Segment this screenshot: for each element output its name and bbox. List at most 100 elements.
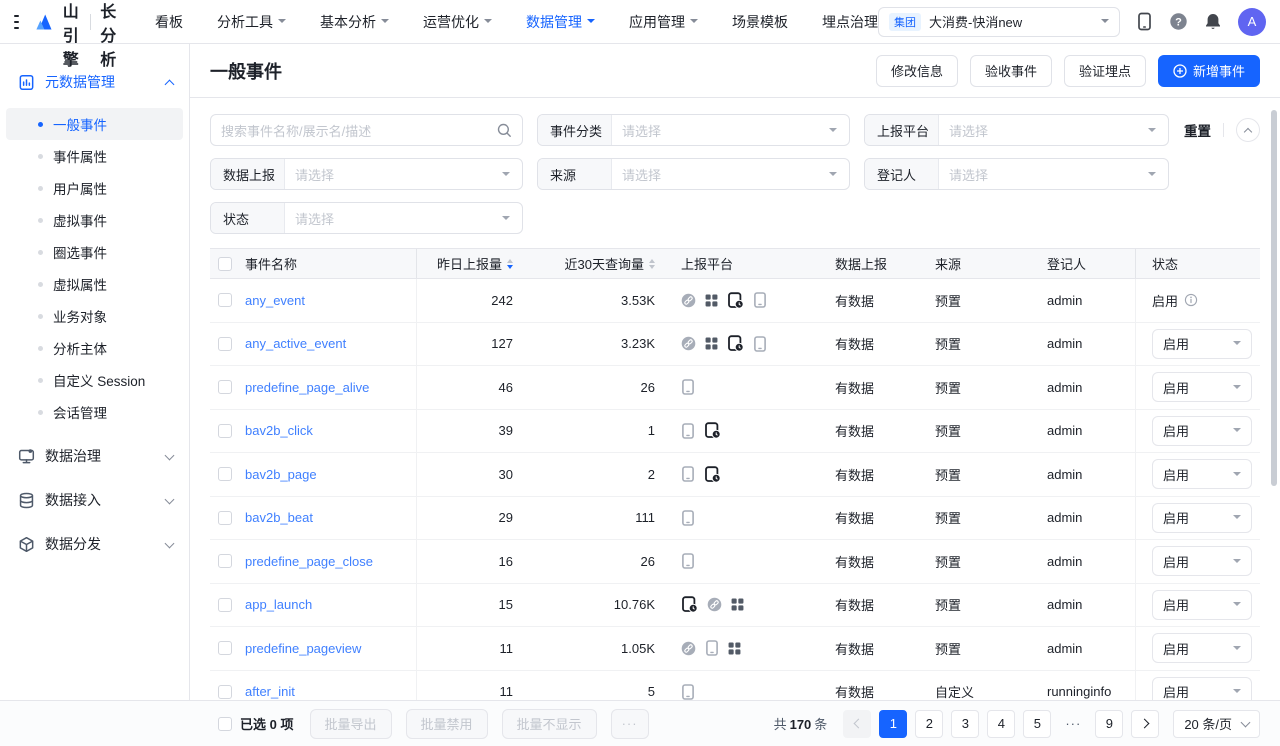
phone-icon	[681, 423, 695, 439]
event-name-link[interactable]: app_launch	[245, 597, 312, 612]
sidebar-section-数据接入[interactable]: 数据接入	[0, 480, 189, 520]
page-button-1[interactable]: 1	[879, 710, 907, 738]
add-event-button[interactable]: 新增事件	[1158, 55, 1260, 87]
sidebar-item-一般事件[interactable]: 一般事件	[6, 108, 183, 140]
status-select[interactable]: 启用	[1152, 503, 1252, 533]
row-checkbox[interactable]	[218, 424, 232, 438]
user-avatar[interactable]: A	[1238, 8, 1266, 36]
sidebar-item-会话管理[interactable]: 会话管理	[6, 396, 183, 428]
sidebar-section-数据治理[interactable]: 数据治理	[0, 436, 189, 476]
col-yesterday-volume[interactable]: 昨日上报量	[417, 249, 525, 278]
status-select[interactable]: 启用	[1152, 677, 1252, 700]
event-name-link[interactable]: any_active_event	[245, 336, 346, 351]
page-button-9[interactable]: 9	[1095, 710, 1123, 738]
filter-registrant[interactable]: 登记人 请选择	[864, 158, 1169, 190]
sidebar-section-元数据管理[interactable]: 元数据管理	[0, 62, 189, 102]
select-all-checkbox[interactable]	[218, 257, 232, 271]
row-checkbox[interactable]	[218, 554, 232, 568]
batch-button-批量禁用[interactable]: 批量禁用	[406, 709, 488, 739]
status-select[interactable]: 启用	[1152, 329, 1252, 359]
row-checkbox[interactable]	[218, 641, 232, 655]
accept-event-button[interactable]: 验收事件	[970, 55, 1052, 87]
project-selector[interactable]: 集团 大消费-快消new	[878, 7, 1120, 37]
footer-select-checkbox[interactable]	[218, 717, 232, 731]
sidebar-item-自定义 Session[interactable]: 自定义 Session	[6, 364, 183, 396]
page-size-select[interactable]: 20 条/页	[1173, 710, 1260, 738]
page-button-4[interactable]: 4	[987, 710, 1015, 738]
status-select[interactable]: 启用	[1152, 590, 1252, 620]
nav-item-数据管理[interactable]: 数据管理	[526, 12, 595, 32]
sidebar-section-label: 数据分发	[45, 534, 156, 554]
registrant-cell: admin	[1047, 453, 1135, 496]
filter-event-category[interactable]: 事件分类 请选择	[537, 114, 850, 146]
page-button-5[interactable]: 5	[1023, 710, 1051, 738]
top-navigation: 看板 分析工具 基本分析 运营优化 数据管理 应用管理 场景模板 埋点治理	[155, 12, 878, 32]
bell-icon[interactable]	[1204, 12, 1222, 31]
sidebar-item-用户属性[interactable]: 用户属性	[6, 172, 183, 204]
col-data-report: 数据上报	[835, 249, 935, 278]
page-button-2[interactable]: 2	[915, 710, 943, 738]
filter-report-platform[interactable]: 上报平台 请选择	[864, 114, 1169, 146]
sidebar-item-虚拟事件[interactable]: 虚拟事件	[6, 204, 183, 236]
sidebar-item-业务对象[interactable]: 业务对象	[6, 300, 183, 332]
query30-cell: 111	[525, 497, 667, 540]
nav-item-基本分析[interactable]: 基本分析	[320, 12, 389, 32]
nav-item-埋点治理[interactable]: 埋点治理	[822, 12, 878, 32]
sidebar-section-数据分发[interactable]: 数据分发	[0, 524, 189, 564]
collapse-filters-button[interactable]	[1236, 118, 1260, 142]
edit-info-button[interactable]: 修改信息	[876, 55, 958, 87]
page-header: 一般事件 修改信息 验收事件 验证埋点 新增事件	[190, 44, 1280, 98]
row-checkbox[interactable]	[218, 380, 232, 394]
device-clock-icon	[704, 466, 721, 483]
batch-button-批量不显示[interactable]: 批量不显示	[502, 709, 597, 739]
row-checkbox[interactable]	[218, 598, 232, 612]
event-name-link[interactable]: predefine_page_alive	[245, 380, 369, 395]
vertical-scrollbar[interactable]	[1271, 110, 1277, 486]
status-select[interactable]: 启用	[1152, 372, 1252, 402]
sidebar-item-虚拟属性[interactable]: 虚拟属性	[6, 268, 183, 300]
nav-item-场景模板[interactable]: 场景模板	[732, 12, 788, 32]
nav-item-应用管理[interactable]: 应用管理	[629, 12, 698, 32]
info-icon[interactable]	[1184, 293, 1198, 307]
status-select[interactable]: 启用	[1152, 416, 1252, 446]
prev-page-button[interactable]	[843, 710, 871, 738]
row-checkbox[interactable]	[218, 293, 232, 307]
next-page-button[interactable]	[1131, 710, 1159, 738]
filter-source[interactable]: 来源 请选择	[537, 158, 850, 190]
event-name-link[interactable]: any_event	[245, 293, 305, 308]
event-name-link[interactable]: bav2b_beat	[245, 510, 313, 525]
menu-toggle-icon[interactable]	[14, 15, 19, 29]
mobile-icon[interactable]	[1136, 12, 1153, 31]
reset-filters-button[interactable]: 重置	[1184, 120, 1211, 140]
search-input[interactable]: 搜索事件名称/展示名/描述	[210, 114, 523, 146]
filter-data-report[interactable]: 数据上报 请选择	[210, 158, 523, 190]
filter-status[interactable]: 状态 请选择	[210, 202, 523, 234]
row-checkbox[interactable]	[218, 467, 232, 481]
event-name-link[interactable]: predefine_page_close	[245, 554, 373, 569]
nav-item-运营优化[interactable]: 运营优化	[423, 12, 492, 32]
row-checkbox[interactable]	[218, 511, 232, 525]
event-name-link[interactable]: bav2b_page	[245, 467, 317, 482]
help-icon[interactable]: ?	[1169, 12, 1188, 31]
more-actions-button[interactable]: ···	[611, 709, 649, 739]
page-button-3[interactable]: 3	[951, 710, 979, 738]
query30-cell: 10.76K	[525, 584, 667, 627]
col-30day-query[interactable]: 近30天查询量	[525, 249, 667, 278]
event-name-link[interactable]: predefine_pageview	[245, 641, 361, 656]
row-checkbox[interactable]	[218, 337, 232, 351]
row-checkbox[interactable]	[218, 685, 232, 699]
yesterday-volume-cell: 127	[417, 323, 525, 366]
event-name-link[interactable]: after_init	[245, 684, 295, 699]
batch-button-批量导出[interactable]: 批量导出	[310, 709, 392, 739]
event-name-link[interactable]: bav2b_click	[245, 423, 313, 438]
sidebar-item-事件属性[interactable]: 事件属性	[6, 140, 183, 172]
status-select[interactable]: 启用	[1152, 633, 1252, 663]
status-select[interactable]: 启用	[1152, 546, 1252, 576]
verify-tracking-button[interactable]: 验证埋点	[1064, 55, 1146, 87]
status-select[interactable]: 启用	[1152, 459, 1252, 489]
sidebar-item-圈选事件[interactable]: 圈选事件	[6, 236, 183, 268]
sidebar-item-分析主体[interactable]: 分析主体	[6, 332, 183, 364]
nav-item-看板[interactable]: 看板	[155, 12, 183, 32]
event-name-cell: after_init	[210, 671, 417, 701]
nav-item-分析工具[interactable]: 分析工具	[217, 12, 286, 32]
